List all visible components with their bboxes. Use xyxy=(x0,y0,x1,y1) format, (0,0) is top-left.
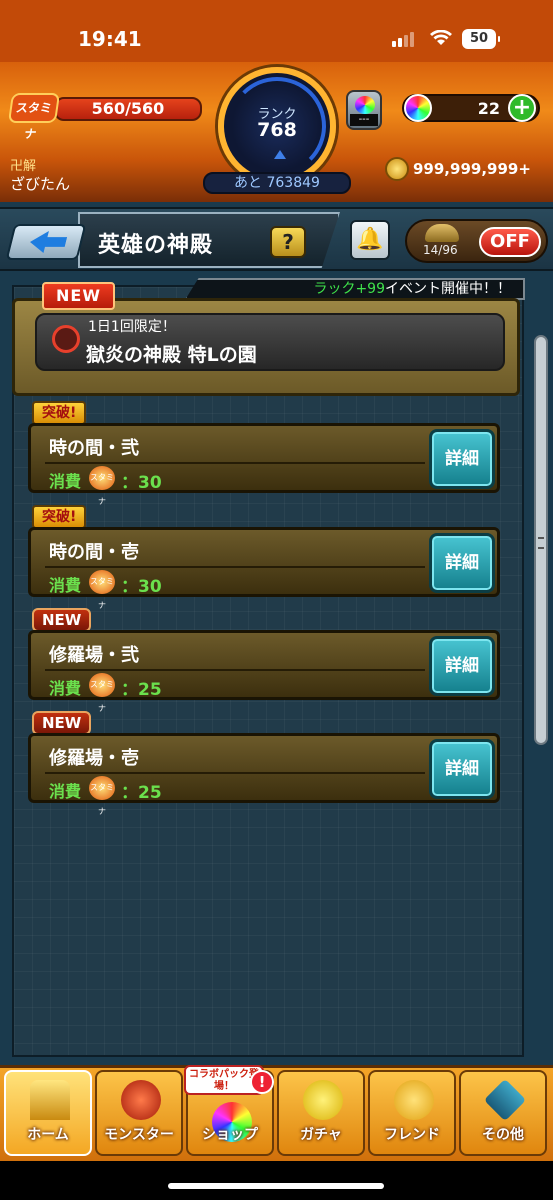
divider xyxy=(45,462,425,464)
nav-label: ガチャ xyxy=(300,1127,342,1143)
event-text: イベント開催中！！ xyxy=(385,281,511,297)
coin-value: 999,999,999+ xyxy=(413,160,531,178)
cost-label: 消費 xyxy=(49,782,82,801)
coin-icon xyxy=(385,157,409,181)
gacha-icon xyxy=(303,1080,343,1120)
cost-label: 消費 xyxy=(49,472,82,491)
orb-icon xyxy=(404,94,432,122)
page-title: 英雄の神殿 xyxy=(98,233,214,258)
nav-label: ショップ xyxy=(202,1127,258,1143)
quest-row[interactable]: 時の間・壱 消費 スタミナ ：30 詳細 xyxy=(28,527,500,610)
bottom-safe-area xyxy=(0,1161,553,1200)
divider xyxy=(45,566,425,568)
detail-button[interactable]: 詳細 xyxy=(429,429,495,489)
cost-label: 消費 xyxy=(49,679,82,698)
cost-value: ：30 xyxy=(121,473,162,493)
cellular-signal-icon xyxy=(392,32,414,47)
player-title: 卍解 xyxy=(10,159,37,174)
orb-icon xyxy=(355,96,375,114)
nav-label: モンスター xyxy=(104,1127,174,1143)
event-banner: ラック+99イベント開催中！！ xyxy=(185,278,525,300)
stamina-icon: スタミナ xyxy=(7,93,61,141)
status-bar: 19:41 50 xyxy=(0,0,553,62)
friend-icon xyxy=(394,1080,434,1120)
stamina-icon: スタミナ xyxy=(89,466,115,506)
nav-label: ホーム xyxy=(27,1127,69,1143)
scrollbar[interactable] xyxy=(534,335,548,745)
cost-label: 消費 xyxy=(49,576,82,595)
quest-row[interactable]: 修羅場・弐 消費 スタミナ ：25 詳細 xyxy=(28,630,500,713)
back-button[interactable] xyxy=(5,224,87,260)
orb-count: 22 xyxy=(477,99,500,118)
battery-icon: 50 xyxy=(462,29,500,49)
breakthrough-badge: 突破! xyxy=(32,505,87,529)
divider xyxy=(45,669,425,671)
nav-home[interactable]: ホーム xyxy=(4,1070,92,1156)
stamina-icon: スタミナ xyxy=(89,570,115,610)
cost-value: ：25 xyxy=(121,680,162,700)
coin-counter: 999,999,999+ xyxy=(385,156,550,182)
wifi-icon xyxy=(430,30,452,45)
detail-button[interactable]: 詳細 xyxy=(429,739,495,799)
quest-name: 時の間・壱 xyxy=(49,542,139,563)
luck-text: ラック+99 xyxy=(313,281,385,297)
breakthrough-badge: 突破! xyxy=(32,401,87,425)
player-name: ざびたん xyxy=(10,175,71,193)
divider xyxy=(45,772,425,774)
cost-value: ：30 xyxy=(121,577,162,597)
toggle-count: 14/96 xyxy=(423,243,458,257)
auto-toggle[interactable]: 14/96 OFF xyxy=(405,219,548,263)
detail-button[interactable]: 詳細 xyxy=(429,533,495,593)
nav-other[interactable]: その他 xyxy=(459,1070,547,1156)
other-icon xyxy=(483,1078,527,1122)
home-icon xyxy=(30,1080,70,1120)
stamina-icon: スタミナ xyxy=(89,776,115,816)
rank-arrow-icon xyxy=(274,150,286,159)
help-button[interactable]: ? xyxy=(270,226,306,258)
orb-counter: 22 + xyxy=(402,94,540,122)
featured-subtitle: 1日1回限定！ xyxy=(88,319,176,335)
new-badge: NEW xyxy=(42,282,115,310)
add-orb-button[interactable]: + xyxy=(508,94,536,122)
new-badge: NEW xyxy=(32,711,92,735)
rank-value: 768 xyxy=(257,119,297,141)
home-indicator[interactable] xyxy=(168,1183,384,1189)
cost-value: ：25 xyxy=(121,783,162,803)
alert-icon: ! xyxy=(250,1070,274,1094)
app-screen: 19:41 50 560/560 スタミナ 卍解 ざびたん ランク 768 あと… xyxy=(0,0,553,1200)
quest-row[interactable]: 時の間・弐 消費 スタミナ ：30 詳細 xyxy=(28,423,500,506)
back-arrow-icon xyxy=(27,231,68,253)
quest-name: 修羅場・弐 xyxy=(49,645,139,666)
rank-next-exp: あと 763849 xyxy=(203,172,351,194)
orb-box-button[interactable]: --- xyxy=(346,90,382,130)
featured-title: 獄炎の神殿 特Lの園 xyxy=(86,344,257,366)
detail-button[interactable]: 詳細 xyxy=(429,636,495,696)
off-switch[interactable]: OFF xyxy=(479,227,541,257)
clock: 19:41 xyxy=(78,27,142,51)
flame-temple-icon xyxy=(52,325,80,353)
quest-name: 時の間・弐 xyxy=(49,438,139,459)
new-badge: NEW xyxy=(32,608,92,632)
nav-monster[interactable]: モンスター xyxy=(95,1070,183,1156)
stamina-bar: 560/560 xyxy=(54,97,202,121)
scroll-grip-icon xyxy=(538,537,544,549)
nav-label: その他 xyxy=(482,1127,524,1143)
quest-name: 修羅場・壱 xyxy=(49,748,139,769)
quest-row[interactable]: 修羅場・壱 消費 スタミナ ：25 詳細 xyxy=(28,733,500,816)
stamina-gauge[interactable]: 560/560 スタミナ xyxy=(7,93,202,141)
monster-icon xyxy=(121,1080,161,1120)
rank-gauge[interactable]: ランク 768 xyxy=(218,67,336,185)
nav-gacha[interactable]: ガチャ xyxy=(277,1070,365,1156)
nav-friend[interactable]: フレンド xyxy=(368,1070,456,1156)
nav-label: フレンド xyxy=(384,1127,440,1143)
orb-box-value: --- xyxy=(350,114,378,126)
dome-icon xyxy=(425,224,459,242)
bell-button[interactable]: 🔔 xyxy=(350,220,390,260)
bell-icon: 🔔 xyxy=(356,227,384,252)
stamina-icon: スタミナ xyxy=(89,673,115,713)
